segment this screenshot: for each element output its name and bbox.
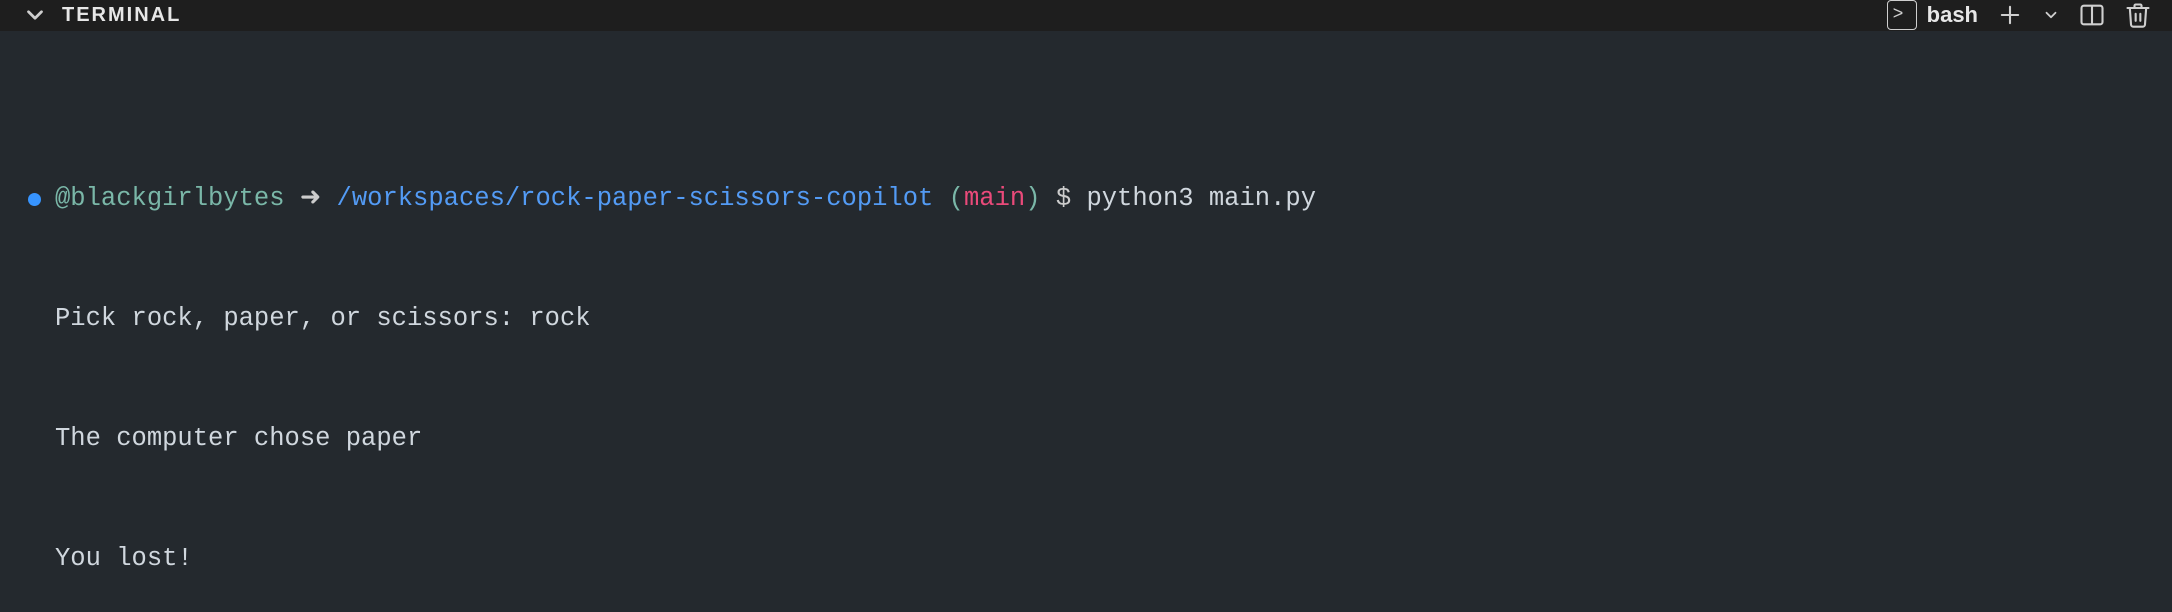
output-line: The computer chose paper — [28, 419, 2144, 459]
chevron-down-icon[interactable] — [22, 2, 48, 28]
terminal-content[interactable]: @blackgirlbytes ➜ /workspaces/rock-paper… — [0, 31, 2172, 612]
terminal-shell-icon: > — [1887, 0, 1917, 30]
shell-name: bash — [1927, 2, 1978, 28]
command-text: python3 main.py — [1086, 179, 1316, 219]
prompt-branch: main — [964, 179, 1025, 219]
terminal-header: TERMINAL > bash — [0, 0, 2172, 31]
prompt-path: /workspaces/rock-paper-scissors-copilot — [337, 179, 934, 219]
prompt-line: @blackgirlbytes ➜ /workspaces/rock-paper… — [28, 179, 2144, 219]
output-line: You lost! — [28, 539, 2144, 579]
output-line: Pick rock, paper, or scissors: rock — [28, 299, 2144, 339]
prompt-paren-open: ( — [949, 179, 964, 219]
prompt-arrow: ➜ — [300, 179, 321, 219]
new-terminal-button[interactable] — [1996, 1, 2024, 29]
active-shell[interactable]: > bash — [1887, 0, 1978, 30]
prompt-user: @blackgirlbytes — [55, 179, 285, 219]
kill-terminal-button[interactable] — [2124, 1, 2152, 29]
split-terminal-button[interactable] — [2078, 1, 2106, 29]
prompt-paren-close: ) — [1025, 179, 1040, 219]
status-dot-icon — [28, 193, 41, 206]
terminal-header-left: TERMINAL — [22, 2, 181, 28]
terminal-panel: TERMINAL > bash @blackgirlbytes — [0, 0, 2172, 612]
panel-title[interactable]: TERMINAL — [62, 4, 181, 27]
terminal-header-right: > bash — [1887, 0, 2152, 30]
launch-profile-dropdown-icon[interactable] — [2042, 6, 2060, 24]
prompt-symbol: $ — [1056, 179, 1071, 219]
